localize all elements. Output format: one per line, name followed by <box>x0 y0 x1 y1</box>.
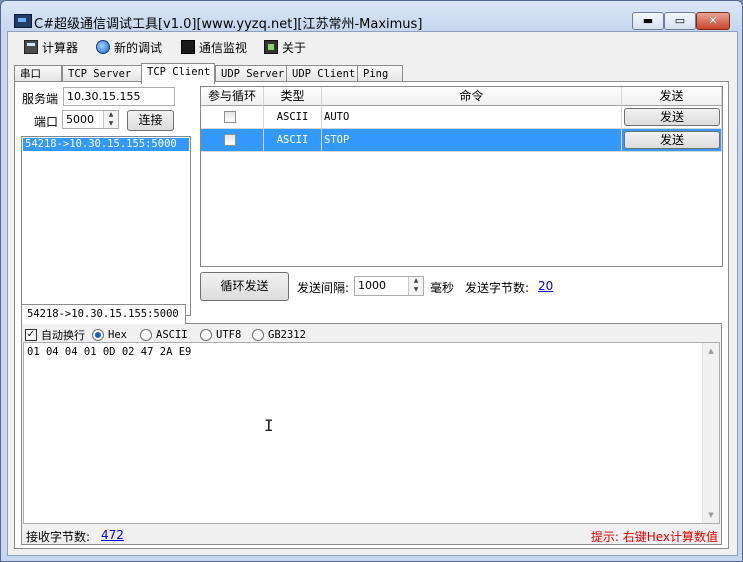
checkbox-checked-icon: ✓ <box>25 329 37 341</box>
receive-bytes-label: 接收字节数: <box>26 530 91 544</box>
receive-scrollbar[interactable]: ▲ ▼ <box>702 343 719 523</box>
title-bar[interactable]: C#超级通信调试工具[v1.0][www.yyzq.net][江苏常州-Maxi… <box>1 1 742 32</box>
receive-bytes-count[interactable]: 472 <box>101 528 124 542</box>
spin-up-icon[interactable]: ▲ <box>104 111 118 120</box>
port-value: 5000 <box>66 113 94 126</box>
tcp-client-panel: 服务端 10.30.15.155 端口 5000 ▲ ▼ 连接 54218->1… <box>14 81 729 549</box>
globe-icon <box>96 40 110 54</box>
text-cursor-icon: I <box>264 416 274 435</box>
app-icon <box>14 14 32 28</box>
menu-item-monitor[interactable]: 通信监视 <box>181 38 247 56</box>
send-button[interactable]: 发送 <box>624 108 720 126</box>
spin-up-icon[interactable]: ▲ <box>409 277 423 286</box>
send-cell: 发送 <box>622 129 722 152</box>
window-title: C#超级通信调试工具[v1.0][www.yyzq.net][江苏常州-Maxi… <box>34 17 423 32</box>
tab-udp-client[interactable]: UDP Client <box>286 65 358 82</box>
auto-wrap-label: 自动换行 <box>41 329 85 342</box>
radio-icon <box>252 329 264 341</box>
loop-checkbox[interactable] <box>224 111 236 123</box>
connection-list[interactable]: 54218->10.30.15.155:5000 <box>21 136 191 316</box>
monitor-icon <box>181 40 195 54</box>
loop-cell <box>201 129 264 152</box>
scroll-down-icon[interactable]: ▼ <box>703 511 719 519</box>
interval-stepper[interactable]: 1000 ▲ ▼ <box>354 276 424 296</box>
command-cell[interactable]: AUTO <box>322 106 622 129</box>
column-header-loop[interactable]: 参与循环 <box>201 87 264 106</box>
format-label: Hex <box>108 329 127 341</box>
scroll-up-icon[interactable]: ▲ <box>703 347 719 355</box>
tab-tcp-server[interactable]: TCP Server <box>62 65 142 82</box>
radio-icon <box>200 329 212 341</box>
menu-item-label: 关于 <box>282 40 307 55</box>
menu-bar: 计算器 新的调试 通信监视 关于 <box>8 32 737 60</box>
type-cell[interactable]: ASCII <box>264 106 322 129</box>
format-gb2312-radio[interactable]: GB2312 <box>252 328 306 342</box>
menu-item-new-debug[interactable]: 新的调试 <box>96 38 162 56</box>
close-button[interactable]: ✕ <box>696 12 730 30</box>
hint-text: 提示: 右键Hex计算数值 <box>590 530 718 544</box>
send-bytes-count[interactable]: 20 <box>538 279 553 293</box>
app-window: C#超级通信调试工具[v1.0][www.yyzq.net][江苏常州-Maxi… <box>0 0 743 562</box>
format-utf8-radio[interactable]: UTF8 <box>200 328 241 342</box>
calculator-icon <box>24 40 38 54</box>
auto-wrap-checkbox[interactable]: ✓ 自动换行 <box>25 328 85 342</box>
column-header-send[interactable]: 发送 <box>622 87 722 106</box>
format-ascii-radio[interactable]: ASCII <box>140 328 188 342</box>
tab-udp-server[interactable]: UDP Server <box>215 65 287 82</box>
interval-value: 1000 <box>358 279 386 292</box>
format-label: GB2312 <box>268 329 306 341</box>
receive-content: 01 04 04 01 0D 02 47 2A E9 <box>27 346 192 358</box>
receive-panel: ✓ 自动换行 Hex ASCII UTF8 GB2312 01 04 04 01… <box>21 323 722 545</box>
port-spin-arrows[interactable]: ▲ ▼ <box>103 111 118 128</box>
tab-tcp-client[interactable]: TCP Client <box>141 63 215 84</box>
interval-label: 发送间隔: <box>297 281 350 295</box>
radio-selected-icon <box>92 329 104 341</box>
loop-checkbox[interactable] <box>224 134 236 146</box>
loop-send-button[interactable]: 循环发送 <box>200 272 289 301</box>
receive-connection-tab[interactable]: 54218->10.30.15.155:5000 <box>21 304 186 324</box>
loop-cell <box>201 106 264 129</box>
server-address-input[interactable]: 10.30.15.155 <box>63 87 175 106</box>
about-icon <box>264 40 278 54</box>
format-label: ASCII <box>156 329 188 341</box>
tab-serial[interactable]: 串口 <box>14 65 62 82</box>
menu-item-label: 通信监视 <box>199 40 248 55</box>
receive-textarea[interactable]: 01 04 04 01 0D 02 47 2A E9 I ▲ ▼ <box>23 342 720 524</box>
send-button[interactable]: 发送 <box>624 131 720 149</box>
menu-item-calculator[interactable]: 计算器 <box>24 38 78 56</box>
radio-icon <box>140 329 152 341</box>
send-bytes-label: 发送字节数: <box>465 281 530 295</box>
column-header-type[interactable]: 类型 <box>264 87 322 106</box>
format-label: UTF8 <box>216 329 242 341</box>
port-stepper[interactable]: 5000 ▲ ▼ <box>62 110 119 129</box>
minimize-button[interactable]: ▬ <box>632 12 664 30</box>
format-hex-radio[interactable]: Hex <box>92 328 127 342</box>
command-grid: 参与循环 类型 命令 发送 ASCII AUTO 发送 ASCII STOP 发… <box>200 86 723 267</box>
list-item[interactable]: 54218->10.30.15.155:5000 <box>23 138 189 151</box>
menu-item-about[interactable]: 关于 <box>264 38 306 56</box>
menu-item-label: 新的调试 <box>114 40 163 55</box>
tab-ping[interactable]: Ping <box>357 65 403 82</box>
column-header-command[interactable]: 命令 <box>322 87 622 106</box>
spin-down-icon[interactable]: ▼ <box>104 120 118 129</box>
menu-item-label: 计算器 <box>42 40 79 55</box>
send-cell: 发送 <box>622 106 722 129</box>
server-label: 服务端 <box>22 92 59 106</box>
interval-unit: 毫秒 <box>430 281 455 295</box>
command-cell[interactable]: STOP <box>322 129 622 152</box>
connect-button[interactable]: 连接 <box>127 110 174 131</box>
port-label: 端口 <box>34 115 59 129</box>
maximize-button[interactable]: ▭ <box>664 12 696 30</box>
type-cell[interactable]: ASCII <box>264 129 322 152</box>
spin-down-icon[interactable]: ▼ <box>409 286 423 295</box>
interval-spin-arrows[interactable]: ▲ ▼ <box>408 277 423 295</box>
client-area: 计算器 新的调试 通信监视 关于 串口 TCP Server TCP Clien… <box>7 31 738 556</box>
